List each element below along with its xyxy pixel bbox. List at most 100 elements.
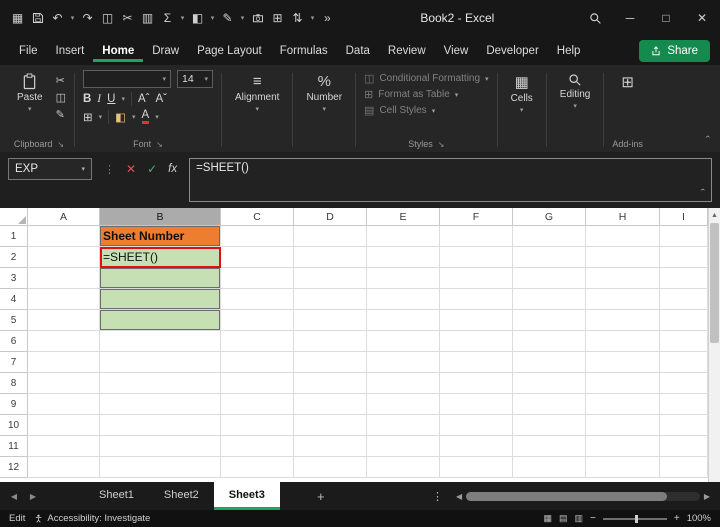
column-header-C[interactable]: C bbox=[221, 208, 294, 226]
cell-G12[interactable] bbox=[513, 457, 586, 478]
cell-H12[interactable] bbox=[586, 457, 660, 478]
name-box-dropdown-icon[interactable]: ▾ bbox=[81, 165, 85, 173]
cell-D4[interactable] bbox=[294, 289, 367, 310]
new-sheet-button[interactable]: + bbox=[311, 489, 331, 504]
cell-H6[interactable] bbox=[586, 331, 660, 352]
cell-F2[interactable] bbox=[440, 247, 513, 268]
underline-dropdown-icon[interactable]: ▾ bbox=[121, 95, 125, 103]
cell-F12[interactable] bbox=[440, 457, 513, 478]
row-header-2[interactable]: 2 bbox=[0, 247, 28, 268]
vertical-scroll-thumb[interactable] bbox=[710, 223, 719, 343]
cell-H8[interactable] bbox=[586, 373, 660, 394]
row-header-3[interactable]: 3 bbox=[0, 268, 28, 289]
cell-H7[interactable] bbox=[586, 352, 660, 373]
increase-font-button[interactable]: Aˆ bbox=[138, 93, 150, 105]
cell-C10[interactable] bbox=[221, 415, 294, 436]
cell-D3[interactable] bbox=[294, 268, 367, 289]
search-icon[interactable] bbox=[578, 0, 612, 36]
cell-F7[interactable] bbox=[440, 352, 513, 373]
cell-C9[interactable] bbox=[221, 394, 294, 415]
cell-G2[interactable] bbox=[513, 247, 586, 268]
cell-I9[interactable] bbox=[660, 394, 708, 415]
scroll-up-icon[interactable]: ▲ bbox=[709, 208, 720, 222]
cell-H3[interactable] bbox=[586, 268, 660, 289]
column-header-E[interactable]: E bbox=[367, 208, 440, 226]
cell-H4[interactable] bbox=[586, 289, 660, 310]
cell-G8[interactable] bbox=[513, 373, 586, 394]
cell-D10[interactable] bbox=[294, 415, 367, 436]
column-header-D[interactable]: D bbox=[294, 208, 367, 226]
cell-I3[interactable] bbox=[660, 268, 708, 289]
vertical-scrollbar[interactable]: ▲ bbox=[708, 208, 720, 482]
cell-H9[interactable] bbox=[586, 394, 660, 415]
cell-F6[interactable] bbox=[440, 331, 513, 352]
conditional-formatting-button[interactable]: ◫ Conditional Formatting ▾ bbox=[364, 72, 489, 85]
cell-B1[interactable]: Sheet Number bbox=[100, 226, 221, 247]
cell-H1[interactable] bbox=[586, 226, 660, 247]
decrease-font-button[interactable]: Aˇ bbox=[155, 93, 167, 105]
borders-dropdown-icon[interactable]: ▾ bbox=[99, 113, 103, 121]
page-layout-view-icon[interactable]: ▤ bbox=[559, 513, 568, 524]
cell-B7[interactable] bbox=[100, 352, 221, 373]
cell-A2[interactable] bbox=[28, 247, 100, 268]
sheet-tab-sheet2[interactable]: Sheet2 bbox=[149, 482, 214, 510]
zoom-in-button[interactable]: + bbox=[674, 513, 680, 524]
cell-I1[interactable] bbox=[660, 226, 708, 247]
cell-F10[interactable] bbox=[440, 415, 513, 436]
fill-color-button[interactable]: ◧ bbox=[115, 110, 126, 124]
paste-dropdown-icon[interactable]: ▾ bbox=[28, 105, 32, 113]
format-painter-icon[interactable]: ✎ bbox=[56, 108, 66, 121]
cell-C6[interactable] bbox=[221, 331, 294, 352]
camera-icon[interactable] bbox=[248, 7, 267, 29]
copy-ribbon-icon[interactable]: ◫ bbox=[56, 91, 66, 104]
share-button[interactable]: Share bbox=[639, 39, 710, 62]
cell-D5[interactable] bbox=[294, 310, 367, 331]
underline-button[interactable]: U bbox=[107, 93, 115, 105]
tab-insert[interactable]: Insert bbox=[47, 39, 94, 62]
tab-data[interactable]: Data bbox=[337, 39, 379, 62]
column-header-B[interactable]: B bbox=[100, 208, 221, 226]
row-header-12[interactable]: 12 bbox=[0, 457, 28, 478]
draw-dropdown-icon[interactable]: ▾ bbox=[238, 14, 247, 22]
cell-F1[interactable] bbox=[440, 226, 513, 247]
row-header-6[interactable]: 6 bbox=[0, 331, 28, 352]
clipboard-dialog-launcher-icon[interactable]: ↘ bbox=[57, 140, 64, 149]
fill-color-dropdown-icon[interactable]: ▾ bbox=[208, 14, 217, 22]
cell-A3[interactable] bbox=[28, 268, 100, 289]
row-header-5[interactable]: 5 bbox=[0, 310, 28, 331]
cell-F5[interactable] bbox=[440, 310, 513, 331]
cell-D2[interactable] bbox=[294, 247, 367, 268]
sheet-tab-sheet1[interactable]: Sheet1 bbox=[84, 482, 149, 510]
cell-E11[interactable] bbox=[367, 436, 440, 457]
horizontal-scroll-thumb[interactable] bbox=[466, 491, 668, 501]
tab-home[interactable]: Home bbox=[93, 39, 143, 62]
cell-A11[interactable] bbox=[28, 436, 100, 457]
cell-F8[interactable] bbox=[440, 373, 513, 394]
fill-color-icon[interactable]: ◧ bbox=[188, 7, 207, 29]
cells-button[interactable]: ▦ Cells ▾ bbox=[506, 70, 538, 117]
cell-E7[interactable] bbox=[367, 352, 440, 373]
name-box[interactable]: EXP ▾ bbox=[8, 158, 92, 180]
cell-D1[interactable] bbox=[294, 226, 367, 247]
font-size-dropdown-icon[interactable]: ▾ bbox=[200, 75, 208, 83]
formula-input[interactable]: =SHEET() ˆ bbox=[189, 158, 712, 202]
minimize-button[interactable]: ─ bbox=[612, 0, 648, 36]
sheet-nav-right-icon[interactable]: ▶ bbox=[25, 492, 41, 501]
cell-B9[interactable] bbox=[100, 394, 221, 415]
cell-C7[interactable] bbox=[221, 352, 294, 373]
cell-B11[interactable] bbox=[100, 436, 221, 457]
cut-icon[interactable]: ✂ bbox=[118, 7, 137, 29]
cell-A1[interactable] bbox=[28, 226, 100, 247]
cell-C11[interactable] bbox=[221, 436, 294, 457]
cell-E10[interactable] bbox=[367, 415, 440, 436]
page-break-view-icon[interactable]: ▥ bbox=[574, 513, 583, 524]
insert-function-button[interactable]: fx bbox=[168, 163, 177, 175]
cell-G10[interactable] bbox=[513, 415, 586, 436]
cell-styles-button[interactable]: ▤ Cell Styles ▾ bbox=[364, 104, 489, 117]
columns-icon[interactable]: ▥ bbox=[138, 7, 157, 29]
draw-icon[interactable]: ✎ bbox=[218, 7, 237, 29]
cell-G7[interactable] bbox=[513, 352, 586, 373]
sort-dropdown-icon[interactable]: ▾ bbox=[308, 14, 317, 22]
cell-C8[interactable] bbox=[221, 373, 294, 394]
column-header-H[interactable]: H bbox=[586, 208, 660, 226]
